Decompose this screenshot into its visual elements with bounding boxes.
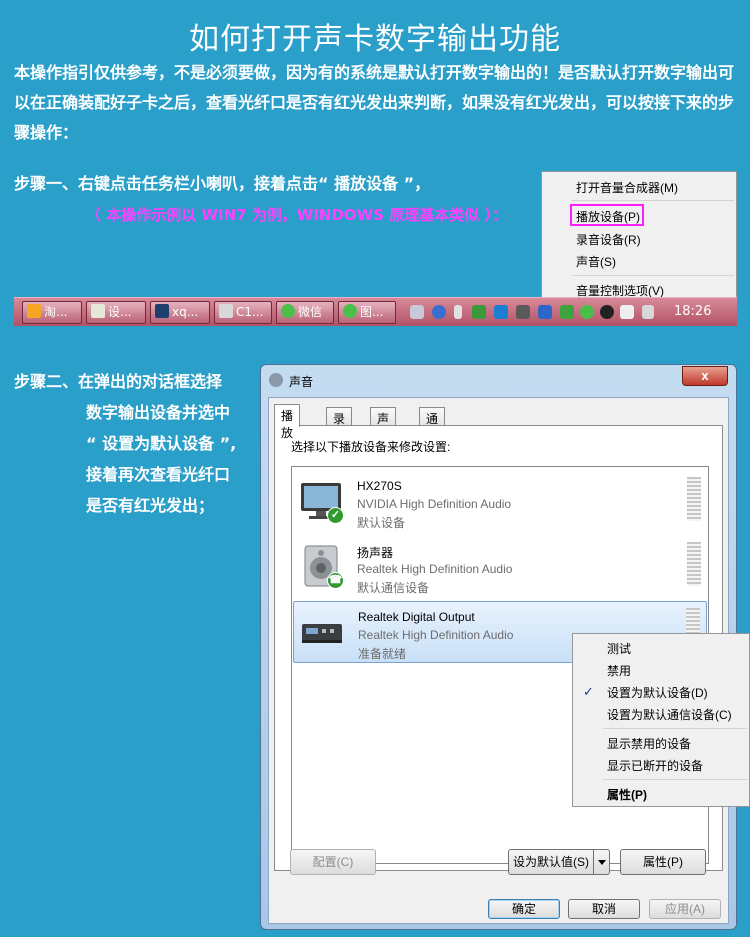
configure-button[interactable]: 配置(C) <box>290 849 376 875</box>
panel-label: 选择以下播放设备来修改设置: <box>291 440 451 454</box>
device-status: 准备就绪 <box>358 647 407 661</box>
tab-sounds[interactable]: 声音 <box>370 407 397 443</box>
wechat-tray-icon[interactable] <box>580 305 594 319</box>
menu-item-properties[interactable]: 属性(P) <box>607 786 647 803</box>
tray-context-menu: 打开音量合成器(M) 播放设备(P) 录音设备(R) 声音(S) 音量控制选项(… <box>541 171 737 301</box>
device-item-hx270s[interactable]: ✓ HX270S NVIDIA High Definition Audio 默认… <box>293 471 707 533</box>
properties-button[interactable]: 属性(P) <box>620 849 706 875</box>
speaker-icon[interactable] <box>620 305 634 319</box>
step-one-note: （ 本操作示例以 WIN7 为例，WINDOWS 原理基本类似 ）： <box>86 206 507 224</box>
menu-item-set-default-comm[interactable]: 设置为默认通信设备(C) <box>607 706 732 723</box>
device-status: 默认设备 <box>357 516 406 530</box>
menu-item-show-disabled[interactable]: 显示禁用的设备 <box>607 735 691 752</box>
phone-icon: ☎ <box>327 572 344 589</box>
taskbar-button-pdf[interactable]: C1... <box>214 301 272 324</box>
check-icon: ✓ <box>583 684 594 699</box>
step-two-line: 步骤二、在弹出的对话框选择 <box>14 372 223 391</box>
pdf-icon <box>219 304 233 318</box>
taskbar-button-photoshop[interactable]: xq... <box>150 301 210 324</box>
ok-button[interactable]: 确定 <box>488 899 560 919</box>
menu-item-volume-mixer[interactable]: 打开音量合成器(M) <box>576 179 678 196</box>
set-default-button[interactable]: 设为默认值(S) <box>508 849 610 875</box>
photoshop-icon <box>155 304 169 318</box>
tab-communications[interactable]: 通信 <box>419 407 446 443</box>
menu-item-disable[interactable]: 禁用 <box>607 662 631 679</box>
menu-separator <box>572 275 734 276</box>
network-app-icon[interactable] <box>494 305 508 319</box>
digital-output-icon <box>302 624 342 643</box>
notepad-icon <box>91 304 105 318</box>
cancel-button[interactable]: 取消 <box>568 899 640 919</box>
device-name: HX270S <box>357 479 402 493</box>
keyboard-icon[interactable] <box>410 305 424 319</box>
volume-meter <box>687 477 701 521</box>
apply-button[interactable]: 应用(A) <box>649 899 721 919</box>
print-icon[interactable] <box>538 305 552 319</box>
usb-icon[interactable] <box>472 305 486 319</box>
qq-icon[interactable] <box>600 305 614 319</box>
wechat-icon <box>281 304 295 318</box>
device-name: 扬声器 <box>357 546 394 560</box>
clock[interactable]: 18:26 <box>674 304 711 319</box>
default-check-icon: ✓ <box>327 507 344 524</box>
tab-recording[interactable]: 录制 <box>326 407 353 443</box>
intro-paragraph: 本操作指引仅供参考，不是必须要做，因为有的系统是默认打开数字输出的！是否默认打开… <box>14 63 735 142</box>
taskbar-button-taobao[interactable]: 淘... <box>22 301 82 324</box>
menu-item-test[interactable]: 测试 <box>607 640 631 657</box>
menu-item-recording-devices[interactable]: 录音设备(R) <box>576 231 641 248</box>
taskbar-button-settings[interactable]: 设... <box>86 301 146 324</box>
help-icon[interactable] <box>432 305 446 319</box>
network-icon[interactable] <box>642 305 654 319</box>
dialog-title: 声音 <box>289 375 314 389</box>
menu-item-set-default[interactable]: 设置为默认设备(D) <box>607 684 708 701</box>
step-two-line: “ 设置为默认设备 ”, <box>86 434 237 453</box>
tab-playback[interactable]: 播放 <box>274 404 301 440</box>
volume-meter <box>687 542 701 586</box>
360-icon[interactable] <box>560 305 574 319</box>
menu-item-playback-devices[interactable]: 播放设备(P) <box>576 208 640 225</box>
device-context-menu: 测试 禁用 ✓ 设置为默认设备(D) 设置为默认通信设备(C) 显示禁用的设备 … <box>572 633 750 807</box>
close-button[interactable]: x <box>682 366 728 386</box>
taskbar-button-image[interactable]: 图... <box>338 301 396 324</box>
device-status: 默认通信设备 <box>357 581 430 595</box>
step-two-text: 步骤二、在弹出的对话框选择 数字输出设备并选中 “ 设置为默认设备 ”, 接着再… <box>14 366 236 521</box>
step-two-line: 是否有红光发出； <box>86 496 215 515</box>
chevron-down-icon[interactable] <box>593 850 609 874</box>
menu-separator <box>603 728 747 729</box>
device-driver: Realtek High Definition Audio <box>358 628 514 642</box>
device-name: Realtek Digital Output <box>358 610 475 624</box>
taobao-icon <box>27 304 41 318</box>
step-two-line: 数字输出设备并选中 <box>86 403 231 422</box>
device-item-speakers[interactable]: ☎ 扬声器 Realtek High Definition Audio 默认通信… <box>293 536 707 598</box>
ime-icon[interactable] <box>454 305 462 319</box>
device-driver: Realtek High Definition Audio <box>357 562 513 576</box>
wechat-image-icon <box>343 304 357 318</box>
step-one-text: 步骤一、右键点击任务栏小喇叭，接着点击“ 播放设备 ”， <box>14 174 431 193</box>
taskbar-button-wechat[interactable]: 微信 <box>276 301 334 324</box>
page-title: 如何打开声卡数字输出功能 <box>189 22 561 57</box>
tool-icon[interactable] <box>516 305 530 319</box>
device-driver: NVIDIA High Definition Audio <box>357 497 512 511</box>
speaker-icon <box>269 373 283 387</box>
menu-item-sounds[interactable]: 声音(S) <box>576 253 616 270</box>
step-two-line: 接着再次查看光纤口 <box>86 465 231 484</box>
taskbar: 淘... 设... xq... C1... 微信 图... 18:26 <box>14 297 737 326</box>
menu-separator <box>572 200 734 201</box>
menu-item-show-disconnected[interactable]: 显示已断开的设备 <box>607 757 703 774</box>
menu-separator <box>603 779 747 780</box>
